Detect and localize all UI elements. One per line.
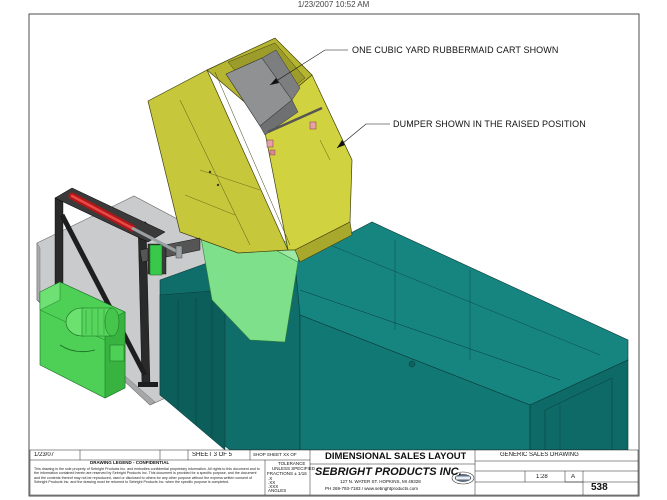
- customer-name: GENERIC SALES DRAWING: [500, 452, 579, 458]
- cart-callout: ONE CUBIC YARD RUBBERMAID CART SHOWN: [352, 45, 559, 55]
- tolerance-fractions: FRACTIONS ± 1/16: [267, 472, 307, 476]
- drawing-scale: 1:28: [536, 474, 548, 480]
- drawing-title: DIMENSIONAL SALES LAYOUT: [325, 452, 467, 462]
- company-name: SEBRIGHT PRODUCTS INC.: [315, 467, 462, 478]
- tolerance-angles: ANGLES: [268, 489, 287, 493]
- drawing-number: 538: [591, 483, 608, 493]
- tolerance-title: TOLERANCE: [278, 462, 306, 466]
- drawing-sheet: [28, 13, 640, 497]
- drawing-date: 1/23/07: [34, 452, 55, 458]
- tolerance-sub: UNLESS SPECIFIED: [272, 467, 316, 471]
- revision: A: [571, 474, 576, 480]
- legend-title: DRAWING LEGEND - CONFIDENTIAL: [90, 461, 170, 465]
- company-phone: PH 269-793-7183 / www.sebrightproducts.c…: [325, 487, 419, 491]
- legal-notice: This drawing is the sole property of Seb…: [34, 467, 260, 485]
- sheet-number: SHEET 3 OF 5: [192, 452, 232, 458]
- company-address: 127 N. WATER ST. HOPKINS, MI 49328: [340, 480, 421, 484]
- shop-sheet: SHOP SHEET XX OF: [253, 453, 297, 457]
- dumper-callout: DUMPER SHOWN IN THE RAISED POSITION: [393, 119, 586, 129]
